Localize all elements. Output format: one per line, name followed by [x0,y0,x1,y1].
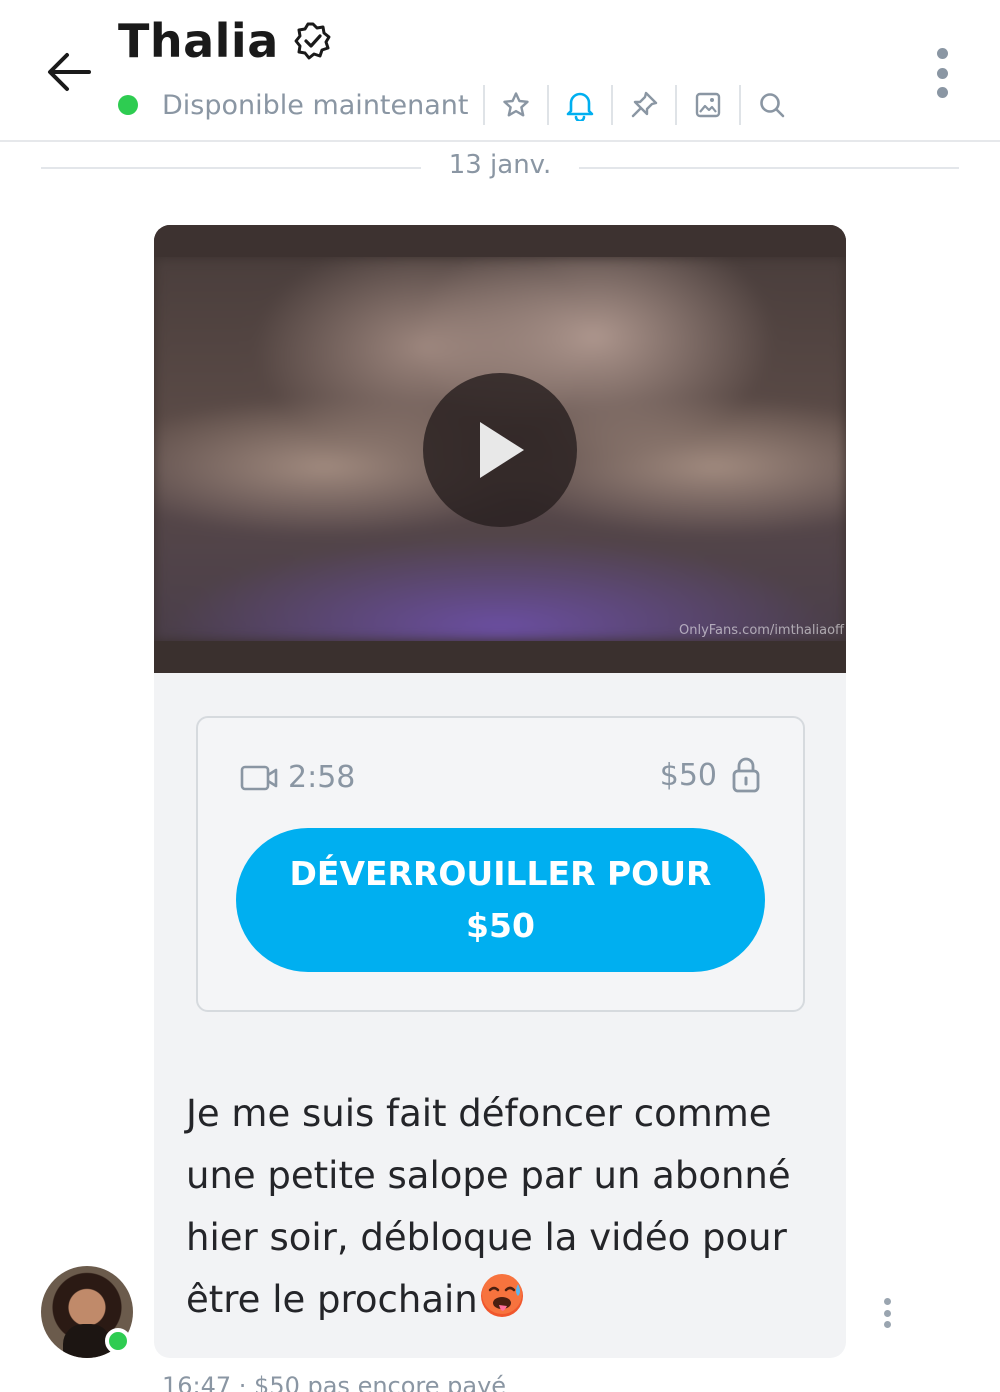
status-row: Disponible maintenant [118,82,788,128]
favorite-button[interactable] [500,89,532,121]
notifications-button[interactable] [564,89,596,121]
message-meta: 16:47 · $50 pas encore payé [162,1372,507,1392]
hot-face-emoji [478,1272,526,1320]
price-text: $50 [659,757,717,793]
search-button[interactable] [756,89,788,121]
back-button[interactable] [40,44,96,100]
play-button[interactable] [423,373,577,527]
locked-video-preview[interactable]: OnlyFans.com/imthaliaoff [154,225,846,673]
online-indicator [105,1328,131,1354]
divider [547,85,550,125]
divider [675,85,678,125]
star-icon [503,92,530,117]
watermark-text: OnlyFans.com/imthaliaoff [679,623,844,638]
availability-status: Disponible maintenant [162,89,469,121]
duration-text: 2:58 [288,760,356,795]
verified-badge-icon [294,22,331,60]
video-camera-icon [240,765,278,790]
video-duration: 2:58 [240,760,355,795]
lock-icon [732,757,760,793]
divider [739,85,742,125]
back-arrow-icon [48,53,91,91]
media-gallery-button[interactable] [692,89,724,121]
bell-icon [567,92,594,121]
message-text-block: Je me suis fait défoncer comme une petit… [186,1083,806,1331]
message-bubble: OnlyFans.com/imthaliaoff 2:58 $50 DÉVERR… [154,225,846,1358]
pin-button[interactable] [628,89,660,121]
contact-name[interactable]: Thalia [118,14,279,68]
search-icon [760,93,785,118]
gallery-icon [696,92,721,118]
message-options-button[interactable] [880,1298,894,1328]
pin-icon [632,91,658,118]
contact-name-row[interactable]: Thalia [118,14,333,68]
unlock-panel: 2:58 $50 DÉVERROUILLER POUR $50 [196,716,805,1012]
more-vertical-icon [936,48,948,59]
more-options-button[interactable] [930,48,954,98]
online-status-dot [118,95,138,115]
price-tag: $50 [660,756,761,794]
unlock-button[interactable]: DÉVERROUILLER POUR $50 [236,828,765,972]
more-vertical-icon [883,1298,891,1305]
divider [483,85,486,125]
chat-header: Thalia Disponible maintenant [0,0,1000,142]
divider [611,85,614,125]
play-icon [480,422,524,478]
date-divider: 13 janv. [448,150,552,180]
